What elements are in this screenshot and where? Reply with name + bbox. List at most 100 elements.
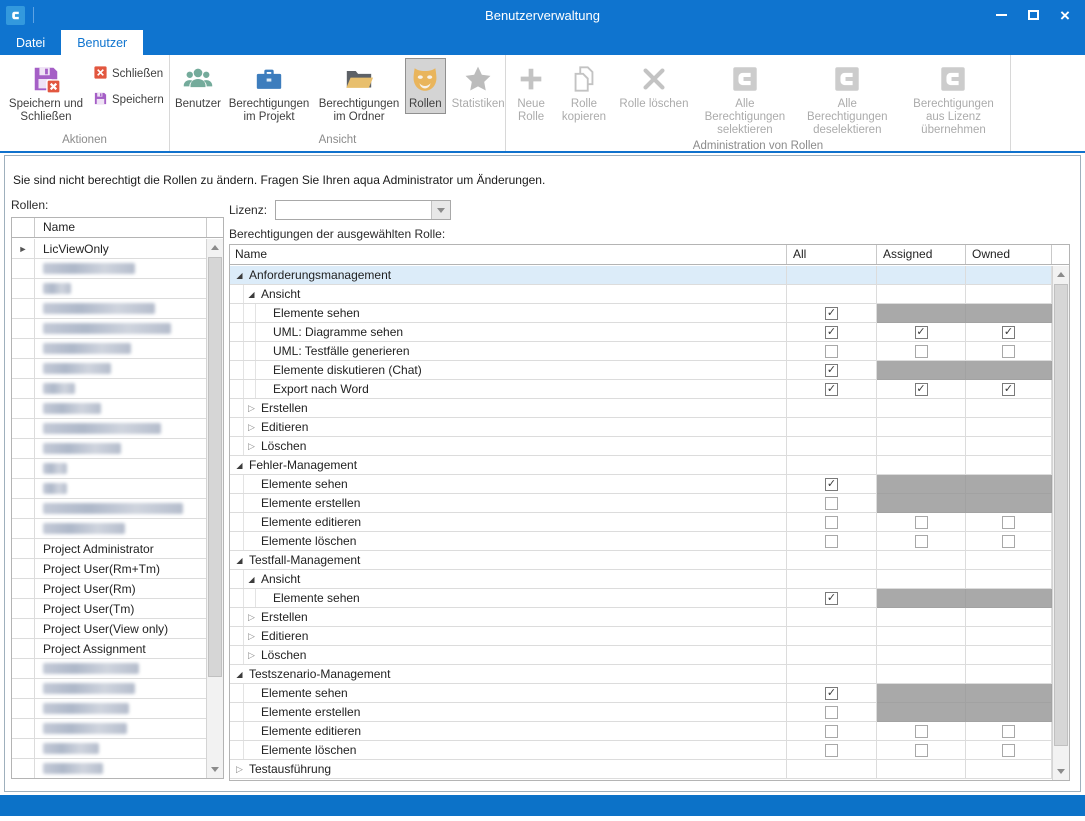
checkbox-checked[interactable]: ✓ (825, 364, 838, 377)
permission-name-cell[interactable]: ◢Fehler-Management (230, 456, 787, 475)
permission-name-cell[interactable]: Elemente erstellen (230, 703, 787, 722)
permission-cell-all[interactable] (787, 532, 877, 551)
expander-collapsed-icon[interactable]: ▷ (244, 403, 259, 414)
role-row[interactable] (12, 419, 206, 439)
column-header-name[interactable]: Name (230, 245, 787, 264)
save-button[interactable]: Speichern (90, 90, 167, 110)
permission-name-cell[interactable]: ▷Editieren (230, 418, 787, 437)
permission-cell-all[interactable] (787, 741, 877, 760)
role-row[interactable] (12, 519, 206, 539)
permission-name-cell[interactable]: Elemente sehen (230, 684, 787, 703)
permission-name-cell[interactable]: UML: Testfälle generieren (230, 342, 787, 361)
permission-cell-assigned[interactable] (877, 741, 966, 760)
permission-name-cell[interactable]: UML: Diagramme sehen (230, 323, 787, 342)
role-row[interactable]: Project User(Tm) (12, 599, 206, 619)
checkbox-unchecked[interactable] (1002, 535, 1015, 548)
permission-name-cell[interactable]: ◢Anforderungsmanagement (230, 266, 787, 285)
rollen-button[interactable]: Rollen (405, 58, 446, 114)
berechtigungen-im-ordner-button[interactable]: Berechtigungen im Ordner (315, 58, 403, 127)
permission-cell-all[interactable]: ✓ (787, 475, 877, 494)
checkbox-unchecked[interactable] (1002, 725, 1015, 738)
license-dropdown[interactable] (275, 200, 451, 220)
permission-name-cell[interactable]: Elemente sehen (230, 589, 787, 608)
checkbox-unchecked[interactable] (915, 535, 928, 548)
permission-name-cell[interactable]: Elemente sehen (230, 304, 787, 323)
role-row[interactable] (12, 699, 206, 719)
expander-expanded-icon[interactable]: ◢ (244, 290, 259, 299)
permission-cell-all[interactable]: ✓ (787, 361, 877, 380)
permission-cell-assigned[interactable] (877, 532, 966, 551)
checkbox-unchecked[interactable] (825, 345, 838, 358)
checkbox-unchecked[interactable] (825, 516, 838, 529)
permission-cell-all[interactable]: ✓ (787, 323, 877, 342)
permission-name-cell[interactable]: ▷Erstellen (230, 608, 787, 627)
permission-name-cell[interactable]: ▷Testausführung (230, 760, 787, 779)
column-header-assigned[interactable]: Assigned (877, 245, 966, 264)
permission-name-cell[interactable]: ▷Erstellen (230, 399, 787, 418)
permission-name-cell[interactable]: Elemente löschen (230, 741, 787, 760)
permission-cell-assigned[interactable] (877, 722, 966, 741)
expander-expanded-icon[interactable]: ◢ (232, 556, 247, 565)
permission-name-cell[interactable]: Elemente editieren (230, 722, 787, 741)
scroll-up-button[interactable] (1053, 266, 1069, 283)
permission-cell-all[interactable] (787, 342, 877, 361)
permission-name-cell[interactable]: ▷Löschen (230, 646, 787, 665)
scroll-thumb[interactable] (208, 257, 222, 677)
role-row[interactable] (12, 499, 206, 519)
tab-benutzer[interactable]: Benutzer (61, 30, 143, 55)
role-row[interactable] (12, 739, 206, 759)
role-row[interactable]: Project User(Rm) (12, 579, 206, 599)
checkbox-checked[interactable]: ✓ (1002, 383, 1015, 396)
checkbox-unchecked[interactable] (825, 497, 838, 510)
role-row[interactable] (12, 439, 206, 459)
permission-name-cell[interactable]: ◢Testfall-Management (230, 551, 787, 570)
berechtigungen-im-projekt-button[interactable]: Berechtigungen im Projekt (225, 58, 313, 127)
checkbox-checked[interactable]: ✓ (1002, 326, 1015, 339)
permission-cell-assigned[interactable]: ✓ (877, 380, 966, 399)
checkbox-checked[interactable]: ✓ (825, 478, 838, 491)
benutzer-view-button[interactable]: Benutzer (173, 58, 223, 114)
checkbox-unchecked[interactable] (1002, 345, 1015, 358)
checkbox-unchecked[interactable] (1002, 516, 1015, 529)
expander-expanded-icon[interactable]: ◢ (232, 271, 247, 280)
permission-name-cell[interactable]: Elemente editieren (230, 513, 787, 532)
role-row[interactable] (12, 279, 206, 299)
checkbox-checked[interactable]: ✓ (825, 592, 838, 605)
role-row[interactable]: ►LicViewOnly (12, 239, 206, 259)
permission-name-cell[interactable]: ◢Ansicht (230, 285, 787, 304)
permission-cell-owned[interactable]: ✓ (966, 380, 1052, 399)
permission-cell-owned[interactable] (966, 722, 1052, 741)
permission-cell-all[interactable] (787, 722, 877, 741)
role-row[interactable]: Project Assignment (12, 639, 206, 659)
expander-collapsed-icon[interactable]: ▷ (244, 612, 259, 623)
scroll-up-button[interactable] (207, 239, 223, 256)
permission-cell-owned[interactable]: ✓ (966, 323, 1052, 342)
role-row[interactable]: Project Administrator (12, 539, 206, 559)
permission-name-cell[interactable]: ◢Testszenario-Management (230, 665, 787, 684)
column-header-owned[interactable]: Owned (966, 245, 1052, 264)
scroll-down-button[interactable] (207, 761, 223, 778)
permission-cell-owned[interactable] (966, 513, 1052, 532)
expander-expanded-icon[interactable]: ◢ (244, 575, 259, 584)
column-header-all[interactable]: All (787, 245, 877, 264)
role-row[interactable] (12, 359, 206, 379)
roles-name-column-header[interactable]: Name (35, 218, 207, 237)
permission-cell-owned[interactable] (966, 741, 1052, 760)
role-row[interactable]: Project User(View only) (12, 619, 206, 639)
expander-collapsed-icon[interactable]: ▷ (244, 422, 259, 433)
permission-cell-all[interactable]: ✓ (787, 589, 877, 608)
save-and-close-button[interactable]: Speichern und Schließen (3, 58, 89, 127)
permission-name-cell[interactable]: ▷Editieren (230, 627, 787, 646)
role-row[interactable] (12, 459, 206, 479)
permission-name-cell[interactable]: Elemente löschen (230, 532, 787, 551)
checkbox-checked[interactable]: ✓ (825, 307, 838, 320)
checkbox-checked[interactable]: ✓ (825, 326, 838, 339)
permission-name-cell[interactable]: ◢Ansicht (230, 570, 787, 589)
checkbox-checked[interactable]: ✓ (825, 383, 838, 396)
minimize-button[interactable] (985, 0, 1017, 30)
permission-cell-all[interactable] (787, 703, 877, 722)
close-button[interactable]: × (1049, 0, 1081, 30)
expander-expanded-icon[interactable]: ◢ (232, 461, 247, 470)
permission-name-cell[interactable]: ▷Löschen (230, 437, 787, 456)
checkbox-unchecked[interactable] (825, 706, 838, 719)
